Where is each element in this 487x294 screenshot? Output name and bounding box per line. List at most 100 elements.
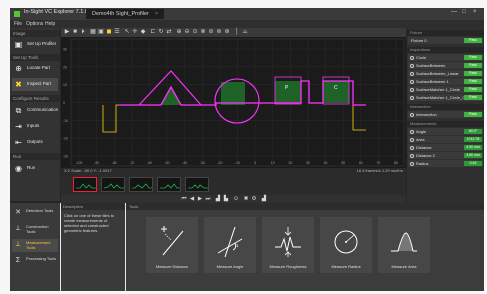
locate-part-button[interactable]: ⊕ Locate Part [12,62,58,75]
expand-icon[interactable] [410,95,414,100]
document-tab[interactable]: Demo4th Sight_Profiler × [86,9,165,19]
settings-icon[interactable]: ⚙ [251,196,257,202]
outputs-button[interactable]: ⇤ Outputs [12,136,58,149]
zoom-in-icon[interactable]: ⊕ [176,29,182,35]
zoom-out-icon[interactable]: ⊖ [184,29,190,35]
zoom-y-icon[interactable]: ⊘ [208,29,214,35]
menu-options[interactable]: Options [26,21,43,27]
inspect-part-button[interactable]: ✖ Inspect Part [12,78,58,91]
result-row[interactable]: SurfaceMatcher 1_Circle Pass [408,86,483,93]
expand-icon[interactable] [410,137,414,142]
close-tab-icon[interactable]: × [155,11,158,17]
last-frame-icon[interactable]: ⏭ [205,196,211,202]
first-frame-icon[interactable]: ⏮ [181,196,187,202]
zoom-x-icon[interactable]: ⊗ [200,29,206,35]
play-icon[interactable]: ▶ [64,29,70,35]
expand-icon[interactable] [410,161,414,166]
play-icon[interactable]: ▶ [197,196,203,202]
expand-icon[interactable] [410,79,414,84]
crosshair-icon[interactable]: ✛ [132,29,138,35]
communication-button[interactable]: ⧉ Communication [12,104,59,117]
section-image-title: Image [10,30,60,37]
expand-icon[interactable] [410,112,414,117]
results-group-title: Inspections [407,47,484,53]
result-row[interactable]: SurfaceBetween_Linear Pass [408,70,483,77]
flip-icon[interactable]: ⇄ [166,29,172,35]
zoom-full-icon[interactable]: ⊛ [224,29,230,35]
set-up-profiler-button[interactable]: ▣ Set Up Profiler [12,38,58,51]
expand-icon[interactable] [410,145,414,150]
expand-icon[interactable] [410,153,414,158]
expand-icon[interactable] [410,55,414,60]
detection-tools-tab[interactable]: ✕ Detection Tools [12,207,58,220]
histogram-icon[interactable]: ▟ [261,196,267,202]
stop-icon[interactable]: ■ [72,29,78,35]
menu-help[interactable]: Help [45,21,55,27]
lock-icon[interactable]: ◆ [140,29,146,35]
app-logo-icon [14,11,20,17]
results-group-title: Measurements [407,121,484,127]
result-row[interactable]: Distance 4.90 mm [408,144,483,151]
zoom-reset-icon[interactable]: ⊚ [216,29,222,35]
x-tick-label: 80 [394,161,398,165]
measure-radius-tile[interactable]: Measure Radius [320,217,372,273]
delete-icon[interactable]: ✖ [243,196,249,202]
processing-tools-tab[interactable]: Σ Processing Tools [12,255,58,268]
thumbnail-1[interactable] [73,177,97,192]
process-icon: Σ [15,257,21,264]
chart-icon[interactable]: ▟ [215,196,221,202]
measure-distance-tile[interactable]: Measure Distance [146,217,198,273]
result-row[interactable]: Angle 80.0° [408,128,483,135]
run-button[interactable]: ◉ Run [12,162,58,175]
minimize-button[interactable]: — [451,9,457,15]
thumbnail-3[interactable] [129,177,153,192]
step-icon[interactable]: ⏵ [80,29,86,35]
result-name: Intersection [416,112,437,117]
result-status-badge: Pass [464,71,482,76]
pointer-icon[interactable]: ↖ [124,29,130,35]
tools-icon: ✖ [15,80,22,89]
display-mode-icon[interactable]: ⌓ [242,29,248,35]
result-row[interactable]: Circle Pass [408,54,483,61]
x-tick-label: -70 [129,161,134,165]
inputs-button[interactable]: ⇥ Inputs [12,120,58,133]
profile-display[interactable]: P C 30 20 10 0 -10 -20 -30 -100 -90 -80 -70 -60 -50… [61,37,406,168]
result-row[interactable]: SurfaceBetween 1 Pass [408,78,483,85]
maximize-button[interactable]: □ [462,9,466,15]
close-window-button[interactable]: × [473,9,477,15]
measure-area-tile[interactable]: Measure Area [378,217,430,273]
result-row[interactable]: Intersection Pass [408,111,483,118]
measure-roughness-tile[interactable]: Measure Roughness [262,217,314,273]
ruler-icon[interactable]: ⊏ [150,29,156,35]
result-row[interactable]: Radius 0.45 [408,160,483,167]
result-row[interactable]: Area 1012.78 [408,136,483,143]
measurement-tools-tab[interactable]: ⟂ Measurement Tools [12,239,58,252]
thumbnail-2[interactable] [101,177,125,192]
expand-icon[interactable] [410,129,414,134]
result-row[interactable]: Fixture 0 Pass [408,37,483,44]
chart-icon-2[interactable]: ▙ [223,196,229,202]
zoom-region-icon[interactable]: ⊙ [192,29,198,35]
expand-icon[interactable] [410,71,414,76]
zoom-fit-icon[interactable]: ▣ [98,29,104,35]
menu-file[interactable]: File [14,21,22,27]
thumbnail-5[interactable] [185,177,209,192]
result-row[interactable]: SurfaceMatcher 1_Circle_Orient Pass [408,94,483,101]
construction-tools-tab[interactable]: ⟂ Construction Tools [12,223,58,236]
thumbnail-4[interactable] [157,177,181,192]
highlight-icon[interactable]: ◼ [106,29,112,35]
prev-frame-icon[interactable]: ◀ [189,196,195,202]
result-row[interactable]: SurfaceBetween Pass [408,62,483,69]
layers-icon[interactable]: ☰ [114,29,120,35]
measure-angle-tile[interactable]: α Measure Angle [204,217,256,273]
rotate-icon[interactable]: ↻ [158,29,164,35]
expand-icon[interactable] [410,87,414,92]
expand-icon[interactable] [410,63,414,68]
result-row[interactable]: Distance 2 3.60 mm [408,152,483,159]
app-title: In-Sight VC Explorer 7.1.0 [24,9,88,15]
result-status-badge: Pass [464,112,482,117]
record-icon[interactable]: ⊙ [233,196,239,202]
grid-icon[interactable]: ▦ [90,29,96,35]
area-icon [391,232,417,252]
x-tick-label: 60 [359,161,363,165]
